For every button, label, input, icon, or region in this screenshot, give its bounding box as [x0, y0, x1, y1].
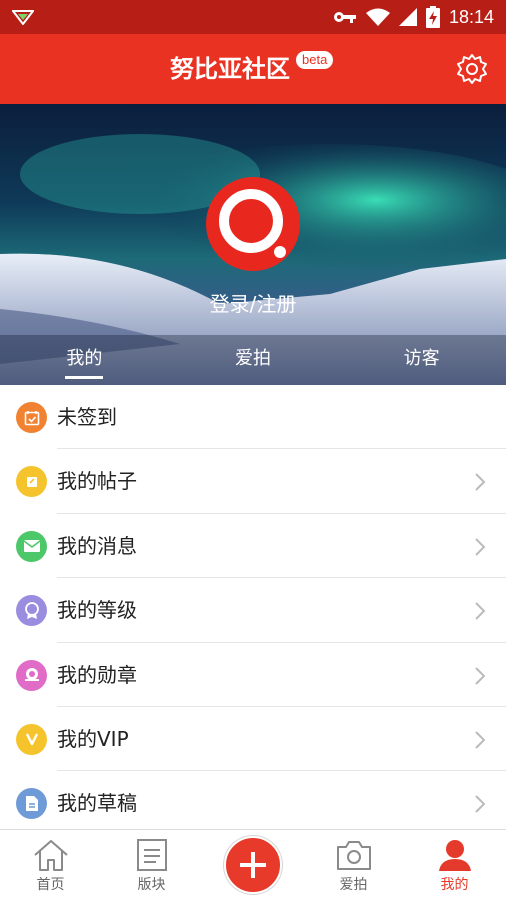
- bottom-tab-bar: 首页 版块 爱拍 我的: [0, 829, 506, 900]
- profile-tabs: 我的 爱拍 访客: [0, 335, 506, 385]
- signal-icon: [398, 8, 417, 26]
- note-icon: [16, 466, 47, 498]
- tab-mine[interactable]: 我的: [0, 335, 169, 385]
- menu-item-label: 我的勋章: [57, 662, 137, 687]
- home-icon: [34, 840, 68, 871]
- beta-badge: beta: [296, 51, 334, 69]
- chevron-right-icon: [475, 795, 486, 814]
- person-icon: [439, 840, 471, 871]
- app-header: 努比亚社区 beta: [0, 34, 506, 104]
- login-register-link[interactable]: 登录/注册: [0, 288, 506, 317]
- battery-charging-icon: [425, 6, 440, 28]
- new-post-button[interactable]: [224, 836, 282, 894]
- menu-item-my-messages[interactable]: 我的消息: [0, 514, 506, 579]
- tab-label: 首页: [36, 877, 65, 893]
- plus-icon: [240, 852, 266, 878]
- chevron-right-icon: [475, 473, 486, 492]
- tab-label: 我的: [440, 877, 469, 893]
- menu-item-label: 我的草稿: [57, 791, 137, 816]
- menu-item-my-level[interactable]: 我的等级: [0, 578, 506, 643]
- medal-icon: [16, 659, 47, 691]
- tab-boards[interactable]: 版块: [101, 830, 202, 900]
- tab-visitors[interactable]: 访客: [337, 335, 506, 385]
- tab-home[interactable]: 首页: [0, 830, 101, 900]
- tab-label: 版块: [137, 877, 166, 893]
- menu-item-my-posts[interactable]: 我的帖子: [0, 449, 506, 514]
- board-list-icon: [137, 839, 167, 871]
- menu-item-label: 我的VIP: [57, 726, 129, 751]
- tab-label: 爱拍: [339, 877, 368, 893]
- menu-item-my-medals[interactable]: 我的勋章: [0, 643, 506, 707]
- clock-time: 18:14: [448, 6, 494, 27]
- tab-photo[interactable]: 爱拍: [303, 830, 404, 900]
- menu-item-label: 未签到: [57, 405, 117, 429]
- tab-mine[interactable]: 我的: [404, 830, 505, 900]
- status-bar: 18:14: [0, 0, 506, 34]
- chevron-right-icon: [475, 666, 486, 685]
- notification-icon: [12, 10, 34, 25]
- profile-hero: 登录/注册 我的 爱拍 访客: [0, 104, 506, 385]
- menu-item-checkin[interactable]: 未签到: [0, 385, 506, 450]
- gear-icon: [457, 54, 487, 84]
- settings-button[interactable]: [456, 53, 488, 85]
- calendar-check-icon: [16, 402, 47, 433]
- draft-doc-icon: [16, 788, 47, 820]
- avatar-logo[interactable]: [206, 177, 300, 271]
- vpn-key-icon: [333, 12, 356, 23]
- tab-photos[interactable]: 爱拍: [169, 335, 338, 385]
- menu-list: 未签到 我的帖子 我的消息 我的等级 我的勋章 我的VIP 我的草稿: [0, 385, 506, 836]
- menu-item-label: 我的等级: [57, 598, 137, 623]
- envelope-icon: [16, 530, 47, 562]
- chevron-right-icon: [475, 538, 486, 556]
- camera-icon: [337, 841, 371, 870]
- menu-item-my-vip[interactable]: 我的VIP: [0, 707, 506, 772]
- chevron-right-icon: [475, 731, 486, 749]
- menu-item-label: 我的帖子: [57, 469, 137, 494]
- badge-icon: [16, 595, 47, 627]
- menu-item-my-drafts[interactable]: 我的草稿: [0, 771, 506, 835]
- vip-icon: [16, 723, 47, 755]
- wifi-icon: [365, 8, 390, 26]
- menu-item-label: 我的消息: [57, 533, 137, 558]
- app-title: 努比亚社区: [170, 55, 290, 83]
- chevron-right-icon: [475, 602, 486, 620]
